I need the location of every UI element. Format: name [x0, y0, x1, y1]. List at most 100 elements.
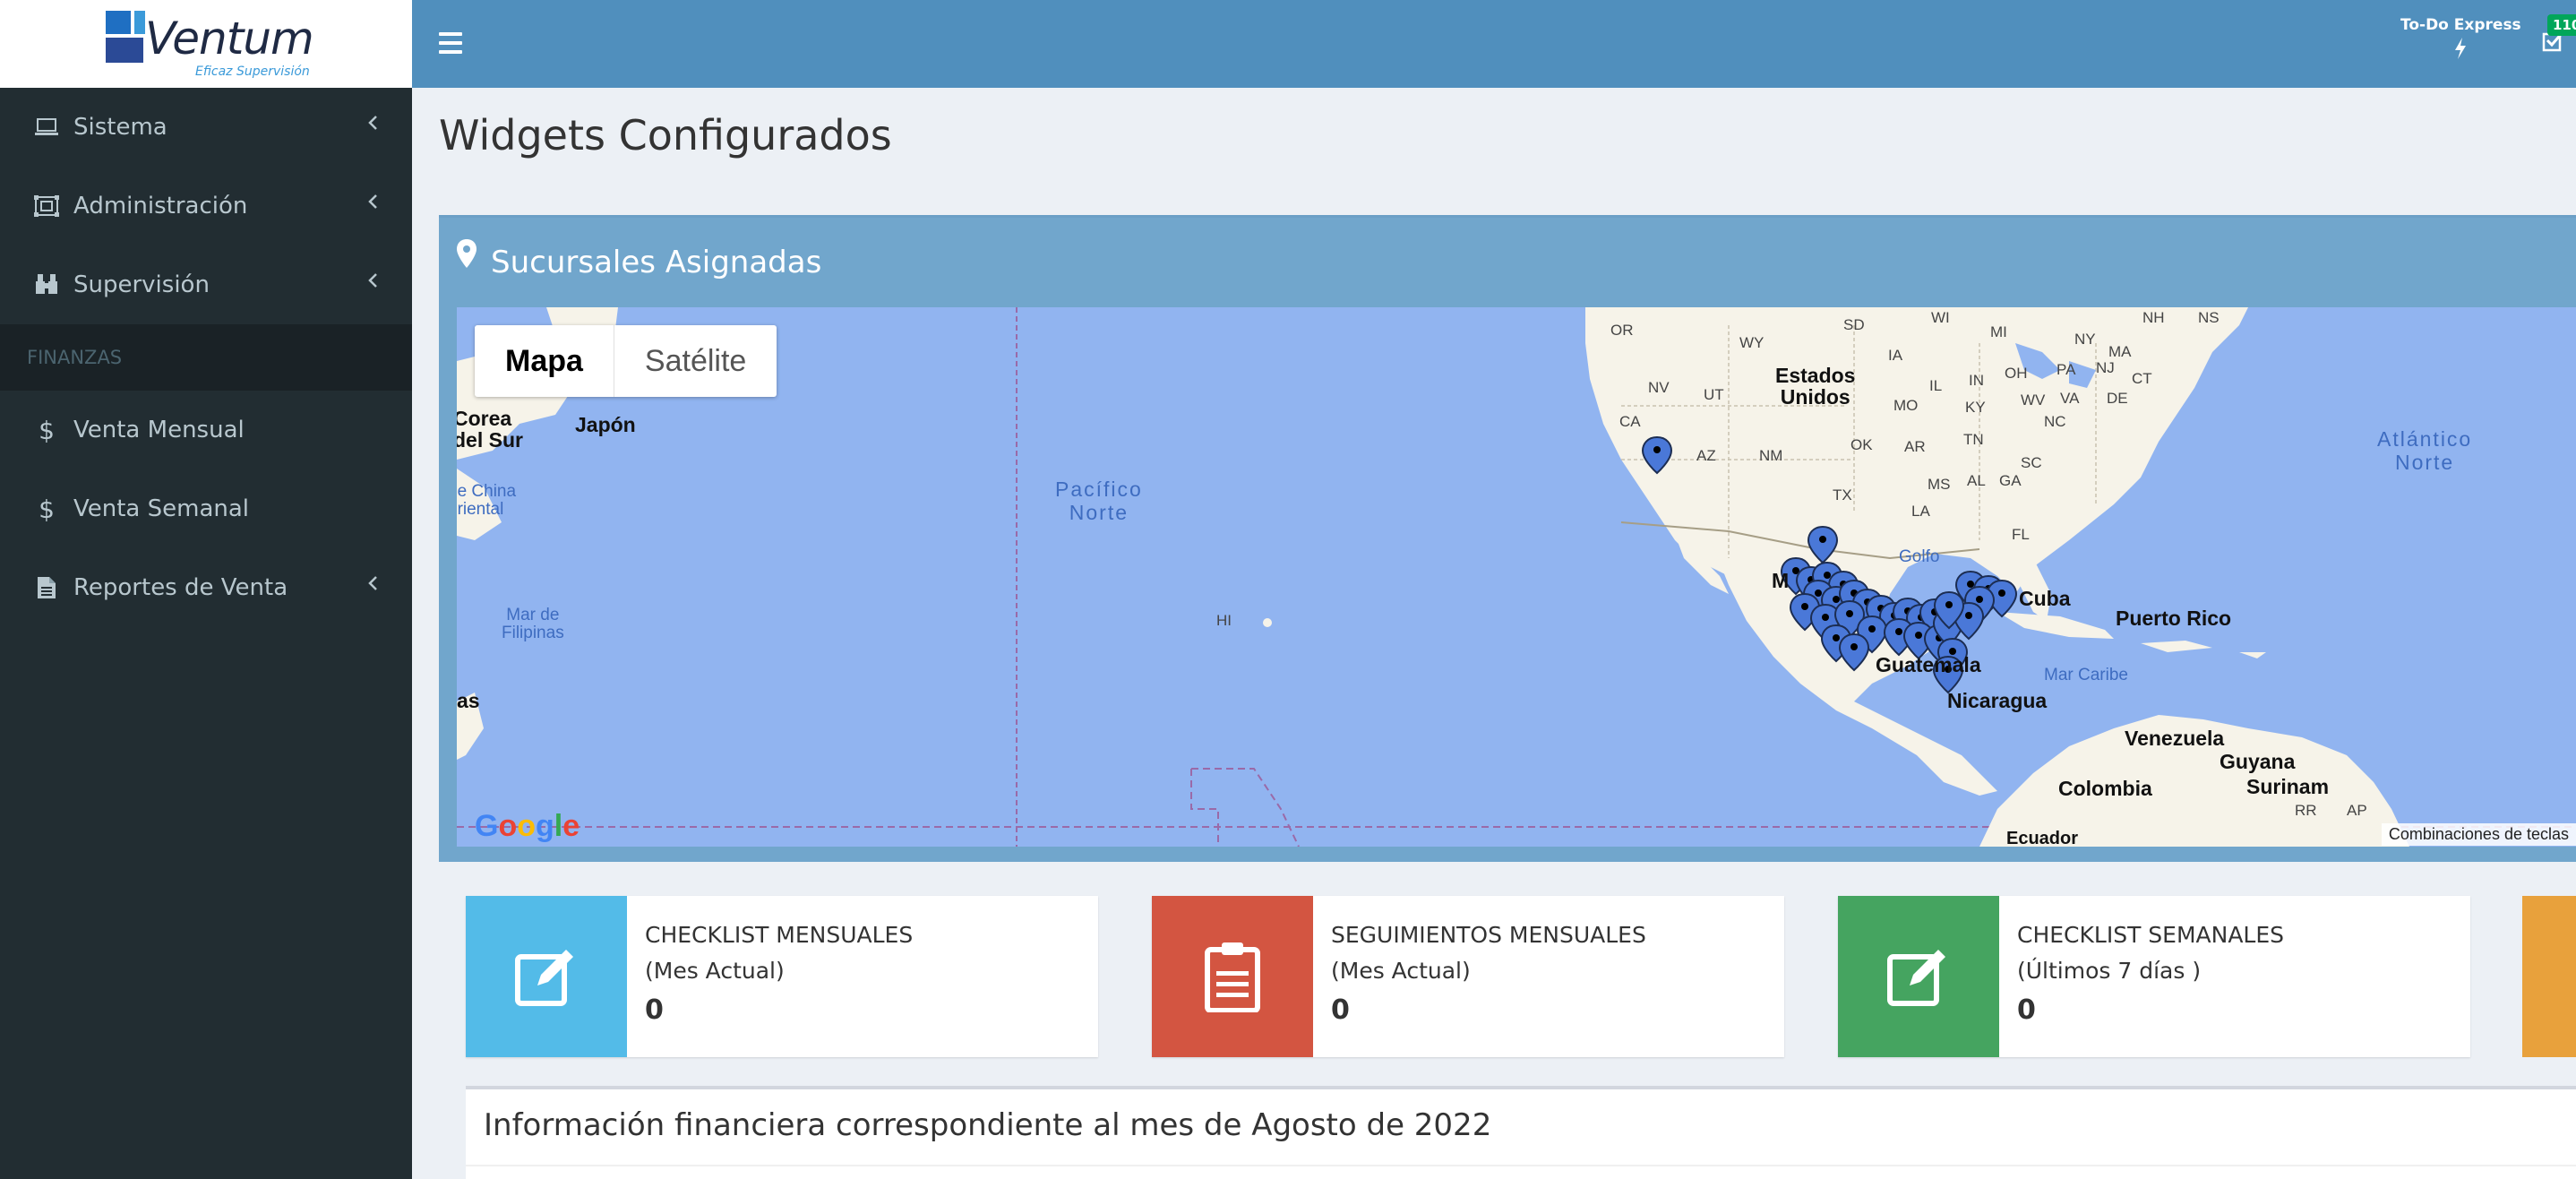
map-label-eeuu: Estados Unidos: [1775, 364, 1856, 409]
todo-express-button[interactable]: To-Do Express: [2400, 16, 2521, 59]
info-box-value: 0: [645, 994, 664, 1026]
sidebar-item-label: Sistema: [73, 114, 167, 141]
state-label: NM: [1759, 447, 1783, 464]
state-label: NH: [2142, 309, 2165, 326]
sidebar-item-label: Venta Mensual: [73, 417, 245, 443]
map-type-mapa-button[interactable]: Mapa: [475, 325, 614, 397]
map-label-corea: Corea del Sur: [457, 407, 523, 452]
finance-title: Información financiera correspondiente a…: [484, 1107, 1492, 1143]
state-label: AL: [1967, 472, 1986, 489]
finance-divider: [466, 1165, 2576, 1166]
state-label: LA: [1911, 503, 1930, 520]
sidebar-item-label: Reportes de Venta: [73, 574, 288, 601]
state-label: AR: [1904, 438, 1926, 455]
map-label-china: de China oriental: [457, 482, 517, 519]
state-label: OH: [2005, 365, 2028, 382]
info-box-icon-area: [466, 896, 627, 1057]
state-label: MO: [1893, 397, 1919, 414]
map-label-ecuador: Ecuador: [2006, 829, 2079, 847]
sidebar-item-reportes-venta[interactable]: Reportes de Venta: [0, 548, 412, 627]
state-label: IA: [1888, 347, 1903, 364]
map-label-japon: Japón: [575, 413, 636, 436]
map-type-toggle[interactable]: Mapa Satélite: [475, 325, 777, 397]
google-logo[interactable]: Google: [475, 809, 580, 844]
sidebar-item-administracion[interactable]: Administración: [0, 167, 412, 245]
info-box-partial: [2522, 896, 2576, 1057]
map-widget: Sucursales Asignadas Mapa Satélite Corea…: [439, 215, 2576, 862]
state-label: WV: [2021, 392, 2046, 409]
state-label: NC: [2044, 413, 2066, 430]
map-label-golfo: Golfo: [1899, 547, 1940, 566]
map-type-satelite-button[interactable]: Satélite: [614, 325, 777, 397]
state-label: RR: [2295, 802, 2317, 819]
map-label-filipinas: Mar de Filipinas: [502, 606, 564, 642]
state-label: NJ: [2096, 359, 2115, 376]
state-label: FL: [2012, 526, 2030, 543]
state-label: WY: [1739, 334, 1765, 351]
map-label-mar-caribe: Mar Caribe: [2044, 666, 2128, 684]
brand-tagline: Eficaz Supervisión: [195, 65, 310, 79]
state-label: AP: [2347, 802, 2367, 819]
state-label: AZ: [1696, 447, 1716, 464]
info-box-title: CHECKLIST SEMANALES: [2017, 922, 2285, 948]
state-label: CT: [2132, 370, 2152, 387]
chevron-left-icon: [368, 273, 377, 288]
sidebar-menu: Sistema Administración Supervisión FINAN…: [0, 88, 412, 627]
map-label-pacifico: Pacífico Norte: [1055, 478, 1143, 524]
map-canvas[interactable]: Mapa Satélite Corea del Sur Japón de Chi…: [457, 307, 2576, 847]
info-box-text: SEGUIMIENTOS MENSUALES (Mes Actual) 0: [1331, 917, 1646, 1028]
map-label-venezuela: Venezuela: [2125, 727, 2225, 750]
state-label: SD: [1843, 316, 1865, 333]
state-label: OK: [1850, 436, 1873, 453]
state-label: TN: [1963, 431, 1984, 448]
info-box-value: 0: [1331, 994, 1350, 1026]
info-box-subtitle: (Mes Actual): [645, 958, 785, 984]
chevron-left-icon: [368, 576, 377, 590]
state-label: MA: [2108, 343, 2132, 360]
state-label: KY: [1965, 399, 1986, 416]
sidebar-item-sistema[interactable]: Sistema: [0, 88, 412, 167]
hamburger-menu-icon[interactable]: [439, 32, 462, 54]
brand-name: Ventum: [145, 13, 314, 65]
sidebar-item-label: Venta Semanal: [73, 495, 250, 522]
state-label: IN: [1969, 372, 1984, 389]
map-label-guatemala: Guatemala: [1876, 653, 1981, 676]
sidebar: Ventum Eficaz Supervisión Sistema Admini…: [0, 0, 412, 1179]
dollar-icon: $: [39, 415, 55, 445]
info-box-subtitle: (Últimos 7 días ): [2017, 958, 2202, 984]
chevron-left-icon: [368, 116, 377, 130]
finance-box: Información financiera correspondiente a…: [466, 1086, 2576, 1179]
map-label-cuba: Cuba: [2019, 587, 2071, 610]
info-box-icon-area: [1838, 896, 1999, 1057]
state-label: NV: [1648, 379, 1670, 396]
dollar-icon: $: [39, 494, 55, 524]
info-box-checklist-mensuales: CHECKLIST MENSUALES (Mes Actual) 0: [466, 896, 1098, 1057]
map-label-hi: HI: [1216, 612, 1232, 629]
logo[interactable]: Ventum Eficaz Supervisión: [0, 0, 412, 88]
map-label-puerto-rico: Puerto Rico: [2116, 607, 2232, 630]
state-label: IL: [1929, 377, 1943, 394]
map-label-mexico: M: [1772, 569, 1790, 592]
sidebar-item-supervision[interactable]: Supervisión: [0, 245, 412, 324]
map-label-nicaragua: Nicaragua: [1947, 689, 2048, 712]
state-label: UT: [1704, 386, 1724, 403]
state-label: WI: [1931, 309, 1950, 326]
info-box-title: CHECKLIST MENSUALES: [645, 922, 914, 948]
map-widget-title: Sucursales Asignadas: [491, 245, 822, 280]
state-label: GA: [1999, 472, 2022, 489]
state-label: MS: [1928, 476, 1951, 493]
map-label-surinam: Surinam: [2246, 775, 2330, 798]
state-label: PA: [2057, 361, 2076, 378]
notification-badge: 110: [2547, 14, 2576, 36]
map-label-atlantico: Atlántico Norte: [2377, 427, 2473, 474]
state-label: OR: [1610, 322, 1634, 339]
state-label: CA: [1619, 413, 1641, 430]
state-label: NS: [2198, 309, 2220, 326]
info-box-icon-area: [1152, 896, 1313, 1057]
map-keyboard-shortcuts-link[interactable]: Combinaciones de teclas: [2381, 823, 2576, 846]
state-label: NY: [2074, 331, 2096, 348]
sidebar-item-venta-mensual[interactable]: $ Venta Mensual: [0, 391, 412, 469]
sidebar-item-venta-semanal[interactable]: $ Venta Semanal: [0, 469, 412, 548]
map-label-colombia: Colombia: [2058, 777, 2152, 800]
map-widget-header: Sucursales Asignadas: [439, 218, 2576, 307]
